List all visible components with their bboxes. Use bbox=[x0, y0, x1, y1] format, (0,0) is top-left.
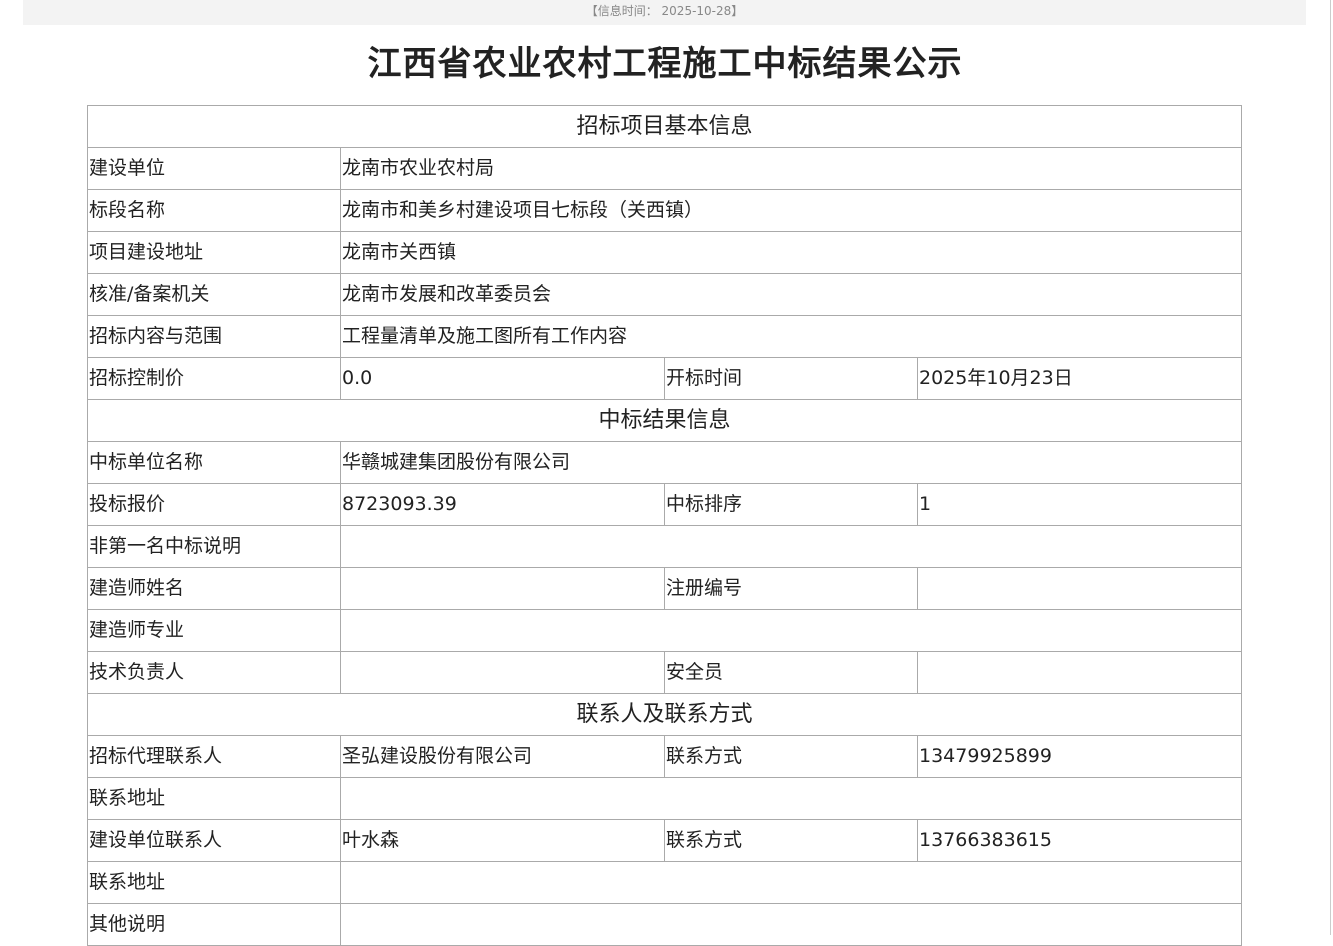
non-first-note-label: 非第一名中标说明 bbox=[87, 525, 341, 568]
reg-no-label: 注册编号 bbox=[664, 567, 918, 610]
scope-value: 工程量清单及施工图所有工作内容 bbox=[339, 315, 1243, 358]
agent-address-label: 联系地址 bbox=[87, 777, 341, 820]
result-table: 招标项目基本信息 建设单位 龙南市农业农村局 标段名称 龙南市和美乡村建设项目七… bbox=[86, 105, 1243, 946]
winner-value: 华赣城建集团股份有限公司 bbox=[339, 441, 1243, 484]
owner-label: 建设单位联系人 bbox=[87, 819, 341, 862]
other-label: 其他说明 bbox=[87, 903, 341, 946]
rank-label: 中标排序 bbox=[664, 483, 918, 526]
table-row: 联系地址 bbox=[87, 861, 1243, 904]
page-title: 江西省农业农村工程施工中标结果公示 bbox=[367, 44, 963, 84]
agent-value: 圣弘建设股份有限公司 bbox=[340, 735, 665, 778]
table-row: 建设单位 龙南市农业农村局 bbox=[87, 147, 1243, 190]
info-time-bar: 【信息时间： 2025-10-28】 bbox=[23, 0, 1306, 25]
bid-price-label: 投标报价 bbox=[87, 483, 341, 526]
owner-phone-label: 联系方式 bbox=[664, 819, 918, 862]
table-row: 建造师专业 bbox=[87, 609, 1243, 652]
table-row: 建设单位联系人 叶水森 联系方式 13766383615 bbox=[87, 819, 1243, 862]
reg-no-value bbox=[916, 567, 1243, 610]
table-row: 建造师姓名 注册编号 bbox=[87, 567, 1243, 610]
safety-officer-label: 安全员 bbox=[664, 651, 918, 694]
agent-phone-label: 联系方式 bbox=[664, 735, 918, 778]
open-time-label: 开标时间 bbox=[664, 357, 918, 400]
scrollbar-edge bbox=[1330, 0, 1331, 935]
builder-major-value bbox=[339, 609, 1243, 652]
section-name-value: 龙南市和美乡村建设项目七标段（关西镇） bbox=[339, 189, 1243, 232]
section-heading-basic: 招标项目基本信息 bbox=[86, 105, 1243, 148]
table-row: 联系地址 bbox=[87, 777, 1243, 820]
info-time-text: 【信息时间： 2025-10-28】 bbox=[585, 4, 744, 18]
table-row: 中标单位名称 华赣城建集团股份有限公司 bbox=[87, 441, 1243, 484]
control-price-value: 0.0 bbox=[340, 357, 665, 400]
section-heading-contact: 联系人及联系方式 bbox=[86, 693, 1243, 736]
table-row: 核准/备案机关 龙南市发展和改革委员会 bbox=[87, 273, 1243, 316]
bid-price-value: 8723093.39 bbox=[340, 483, 665, 526]
rank-value: 1 bbox=[916, 483, 1243, 526]
agent-label: 招标代理联系人 bbox=[87, 735, 341, 778]
address-label: 项目建设地址 bbox=[87, 231, 341, 274]
table-row: 非第一名中标说明 bbox=[87, 525, 1243, 568]
address-value: 龙南市关西镇 bbox=[339, 231, 1243, 274]
table-row: 技术负责人 安全员 bbox=[87, 651, 1243, 694]
safety-officer-value bbox=[916, 651, 1243, 694]
table-row: 项目建设地址 龙南市关西镇 bbox=[87, 231, 1243, 274]
section-row-basic: 招标项目基本信息 bbox=[86, 105, 1243, 148]
approval-label: 核准/备案机关 bbox=[87, 273, 341, 316]
builder-label: 建设单位 bbox=[87, 147, 341, 190]
agent-address-value bbox=[339, 777, 1243, 820]
scope-label: 招标内容与范围 bbox=[87, 315, 341, 358]
builder-name-label: 建造师姓名 bbox=[87, 567, 341, 610]
owner-value: 叶水森 bbox=[340, 819, 665, 862]
open-time-value: 2025年10月23日 bbox=[916, 357, 1243, 400]
owner-address-label: 联系地址 bbox=[87, 861, 341, 904]
builder-name-value bbox=[340, 567, 665, 610]
table-row: 标段名称 龙南市和美乡村建设项目七标段（关西镇） bbox=[87, 189, 1243, 232]
table-row: 招标内容与范围 工程量清单及施工图所有工作内容 bbox=[87, 315, 1243, 358]
section-row-result: 中标结果信息 bbox=[86, 399, 1243, 442]
approval-value: 龙南市发展和改革委员会 bbox=[339, 273, 1243, 316]
owner-address-value bbox=[339, 861, 1243, 904]
non-first-note-value bbox=[339, 525, 1243, 568]
section-heading-result: 中标结果信息 bbox=[86, 399, 1243, 442]
tech-lead-value bbox=[340, 651, 665, 694]
section-row-contact: 联系人及联系方式 bbox=[86, 693, 1243, 736]
agent-phone-value: 13479925899 bbox=[916, 735, 1243, 778]
table-row: 招标控制价 0.0 开标时间 2025年10月23日 bbox=[87, 357, 1243, 400]
tech-lead-label: 技术负责人 bbox=[87, 651, 341, 694]
other-value bbox=[339, 903, 1243, 946]
builder-major-label: 建造师专业 bbox=[87, 609, 341, 652]
control-price-label: 招标控制价 bbox=[87, 357, 341, 400]
section-name-label: 标段名称 bbox=[87, 189, 341, 232]
table-row: 其他说明 bbox=[87, 903, 1243, 946]
table-row: 招标代理联系人 圣弘建设股份有限公司 联系方式 13479925899 bbox=[87, 735, 1243, 778]
builder-value: 龙南市农业农村局 bbox=[339, 147, 1243, 190]
owner-phone-value: 13766383615 bbox=[916, 819, 1243, 862]
winner-label: 中标单位名称 bbox=[87, 441, 341, 484]
table-row: 投标报价 8723093.39 中标排序 1 bbox=[87, 483, 1243, 526]
